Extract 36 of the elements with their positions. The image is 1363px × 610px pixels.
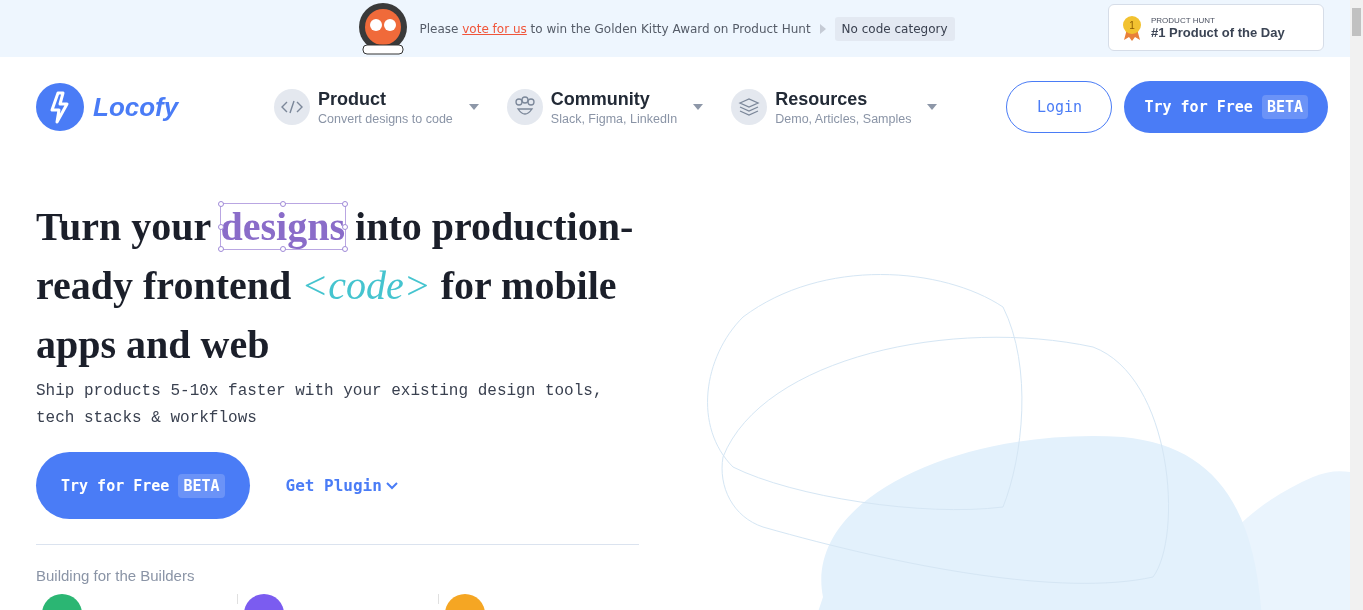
award-title: #1 Product of the Day — [1151, 24, 1285, 40]
scrollbar-thumb[interactable] — [1352, 8, 1361, 36]
login-button[interactable]: Login — [1006, 81, 1113, 133]
scrollbar[interactable] — [1350, 0, 1363, 610]
try-free-button[interactable]: Try for Free BETA — [1124, 81, 1328, 133]
beta-badge: BETA — [1261, 95, 1308, 119]
beta-badge: BETA — [178, 473, 225, 498]
award-kicker: PRODUCT HUNT — [1151, 15, 1216, 25]
caret-icon — [818, 23, 827, 34]
menu-title: Resources — [775, 88, 869, 110]
people-icon — [506, 89, 543, 125]
vote-link[interactable]: vote for us — [462, 21, 527, 36]
nav-menu[interactable]: Resources Demo, Articles, Samples — [731, 88, 938, 126]
hero-headline: Turn your designs into production-ready frontend <code> for mobile apps and web — [36, 197, 640, 374]
banner-message: Please vote for us to win the Golden Kitty Award on Product Hunt — [419, 21, 811, 36]
menu-title: Product — [318, 88, 387, 110]
category-tag: No code category — [834, 16, 955, 41]
code-icon — [274, 89, 310, 125]
dropdown-icon — [927, 104, 938, 110]
menu-subtitle: Slack, Figma, LinkedIn — [550, 111, 678, 126]
hero-subtitle: Ship products 5-10x faster with your existing design tools, tech stacks & workflows — [36, 381, 604, 429]
menu-subtitle: Convert designs to code — [318, 111, 453, 126]
dropdown-icon — [693, 104, 704, 110]
builders-caption: Building for the Builders — [36, 567, 196, 584]
award-badge[interactable]: 1 PRODUCT HUNT #1 Product of the Day — [1108, 4, 1324, 51]
bolt-logo-icon — [36, 83, 84, 131]
menu-subtitle: Demo, Articles, Samples — [775, 111, 912, 126]
dropdown-icon — [468, 104, 479, 110]
logo-wordmark[interactable]: Locofy — [93, 91, 179, 123]
nav-menu[interactable]: Product Convert designs to code — [274, 88, 479, 126]
layers-icon — [731, 89, 768, 125]
get-plugin-link[interactable]: Get Plugin — [285, 476, 398, 495]
chevron-down-icon — [385, 481, 398, 490]
try-free-button[interactable]: Try for Free BETA — [36, 452, 250, 519]
nav-menu[interactable]: Community Slack, Figma, LinkedIn — [506, 88, 704, 126]
menu-title: Community — [550, 88, 651, 110]
